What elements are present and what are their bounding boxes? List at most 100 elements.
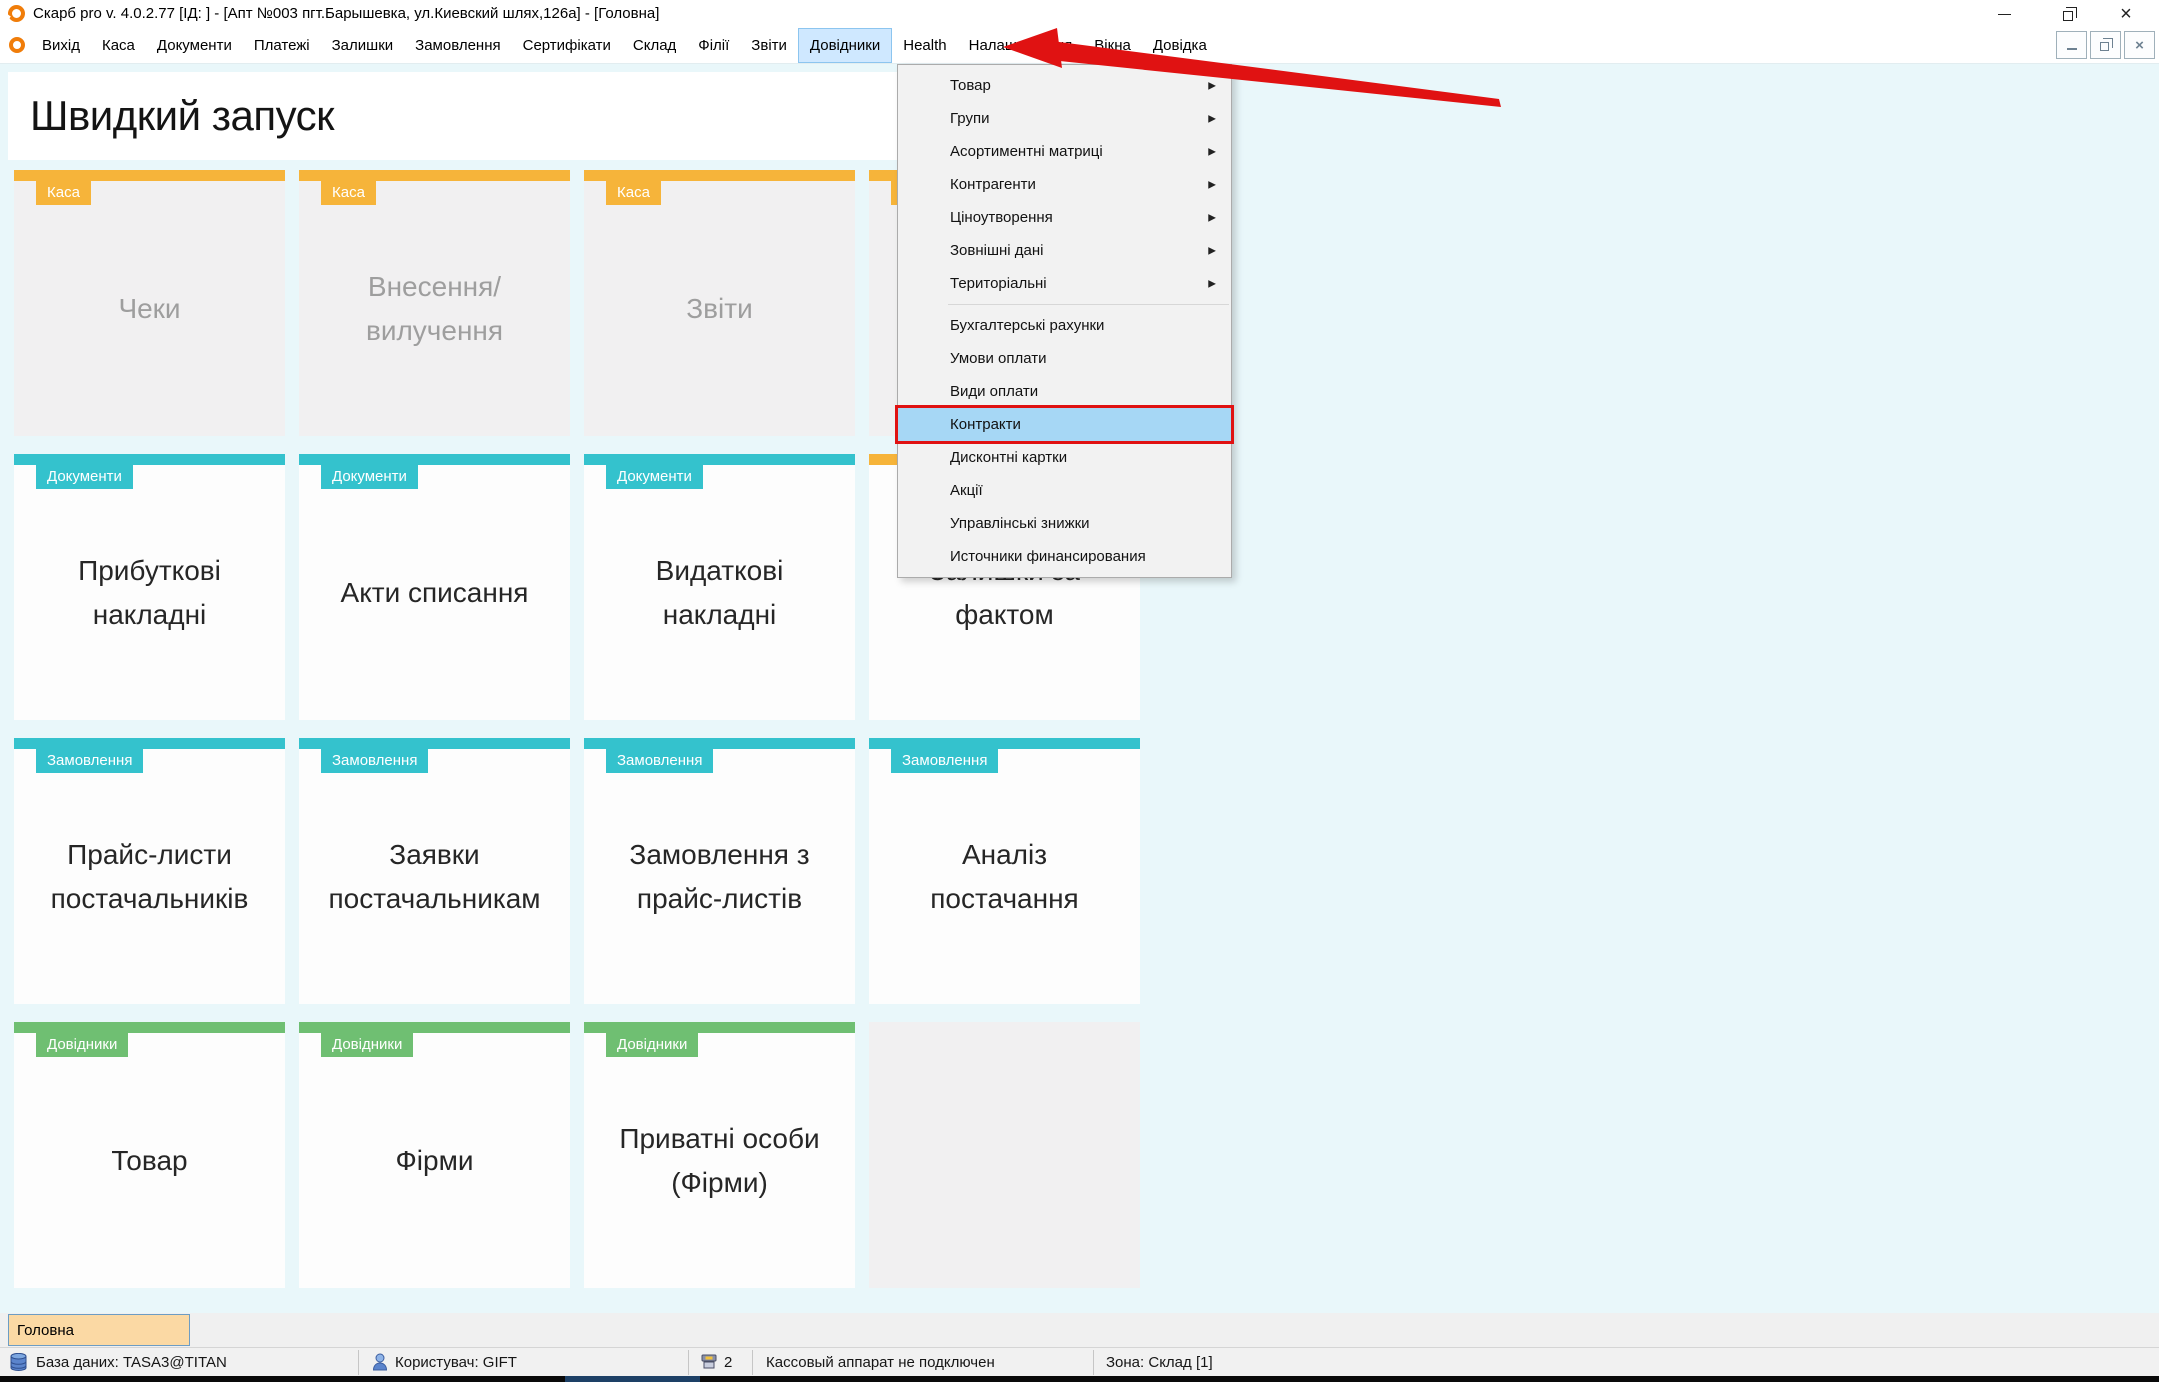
dropdown-item-dyskontni-kartky[interactable]: Дисконтні картки	[898, 441, 1231, 474]
dropdown-item-istochniki-finansirovaniya[interactable]: Источники финансирования	[898, 540, 1231, 573]
menu-item-dokumenty[interactable]: Документи	[146, 28, 243, 63]
taskbar-active-segment	[565, 1376, 700, 1382]
dropdown-item-tovar[interactable]: Товар ▶	[898, 69, 1231, 102]
mdi-close-button[interactable]: ×	[2124, 31, 2155, 59]
tile-category-bar	[869, 738, 1140, 749]
dropdown-item-kontrakty[interactable]: Контракти	[895, 405, 1234, 444]
dovidnyky-dropdown-menu: Товар ▶ Групи ▶ Асортиментні матриці ▶ Конт…	[895, 64, 1234, 578]
menu-item-nalashtuvannya[interactable]: Налаштування	[958, 28, 1084, 63]
tile-category-bar	[584, 1022, 855, 1033]
tile-category-bar	[299, 170, 570, 181]
tile-zamovlennya-z-prays-lystiv[interactable]: Замовлення Замовлення з прайс-листів	[584, 738, 855, 1004]
tile-prays-lysty-postachalnykiv[interactable]: Замовлення Прайс-листи постачальників	[14, 738, 285, 1004]
tile-category-bar	[14, 738, 285, 749]
status-separator	[752, 1350, 753, 1375]
status-cash-message: Кассовый аппарат не подключен	[766, 1354, 995, 1371]
tile-zvity[interactable]: Каса Звіти	[584, 170, 855, 436]
submenu-arrow-icon: ▶	[1208, 179, 1216, 190]
taskbar-edge	[0, 1376, 2159, 1382]
menu-item-dovidnyky[interactable]: Довідники	[797, 28, 893, 63]
tile-category-bar	[14, 454, 285, 465]
tile-cheky[interactable]: Каса Чеки	[14, 170, 285, 436]
dropdown-item-asortymentni-matrytsi[interactable]: Асортиментні матриці ▶	[898, 135, 1231, 168]
minimize-icon	[1997, 13, 2011, 15]
submenu-arrow-icon: ▶	[1208, 146, 1216, 157]
dropdown-item-tsinoutvorennya[interactable]: Ціноутворення ▶	[898, 201, 1231, 234]
status-separator	[688, 1350, 689, 1375]
menu-item-kasa[interactable]: Каса	[91, 28, 146, 63]
submenu-arrow-icon: ▶	[1208, 245, 1216, 256]
menu-item-zamovlennya[interactable]: Замовлення	[404, 28, 511, 63]
status-database: База даних: TASA3@TITAN	[36, 1354, 227, 1371]
title-bar: Скарб pro v. 4.0.2.77 [ІД: ] - [Апт №003…	[0, 0, 2159, 28]
minimize-icon	[2066, 48, 2077, 50]
app-logo-icon	[8, 5, 25, 22]
dropdown-item-hrupy[interactable]: Групи ▶	[898, 102, 1231, 135]
status-cash-count: 2	[724, 1354, 733, 1371]
dropdown-item-aktsii[interactable]: Акції	[898, 474, 1231, 507]
menu-item-vikna[interactable]: Вікна	[1083, 28, 1142, 63]
tile-category-bar	[14, 1022, 285, 1033]
menu-item-zvity[interactable]: Звіти	[740, 28, 798, 63]
bottom-tab-strip: Головна	[0, 1313, 2159, 1347]
tile-category-bar	[299, 1022, 570, 1033]
submenu-arrow-icon: ▶	[1208, 278, 1216, 289]
user-icon	[372, 1353, 388, 1371]
restore-icon	[2100, 38, 2113, 51]
dropdown-item-zovnishni-dani[interactable]: Зовнішні дані ▶	[898, 234, 1231, 267]
tile-akty-spysannya[interactable]: Документи Акти списання	[299, 454, 570, 720]
dropdown-item-vydy-oplaty[interactable]: Види оплати	[898, 375, 1231, 408]
dropdown-item-terytorialni[interactable]: Територіальні ▶	[898, 267, 1231, 300]
status-user: Користувач: GIFT	[395, 1354, 517, 1371]
status-separator	[1093, 1350, 1094, 1375]
app-logo-small-icon	[9, 37, 25, 53]
window-title: Скарб pro v. 4.0.2.77 [ІД: ] - [Апт №003…	[33, 5, 660, 22]
menu-item-health[interactable]: Health	[892, 28, 957, 63]
tile-category-bar	[584, 170, 855, 181]
page-title: Швидкий запуск	[30, 92, 335, 139]
window-close-button[interactable]: ×	[2101, 0, 2151, 28]
tile-prybutkovi-nakladni[interactable]: Документи Прибуткові накладні	[14, 454, 285, 720]
dropdown-item-kontrahenty[interactable]: Контрагенти ▶	[898, 168, 1231, 201]
menu-separator	[948, 304, 1229, 305]
tile-empty	[869, 1022, 1140, 1288]
menu-item-platezhi[interactable]: Платежі	[243, 28, 321, 63]
submenu-arrow-icon: ▶	[1208, 113, 1216, 124]
database-icon	[10, 1353, 27, 1371]
cash-register-icon	[701, 1354, 717, 1369]
menu-item-vyhid[interactable]: Вихід	[31, 28, 91, 63]
mdi-restore-button[interactable]	[2090, 31, 2121, 59]
tile-analiz-postachannya[interactable]: Замовлення Аналіз постачання	[869, 738, 1140, 1004]
menu-item-filii[interactable]: Філії	[687, 28, 740, 63]
restore-icon	[2062, 6, 2077, 21]
tile-firmy[interactable]: Довідники Фірми	[299, 1022, 570, 1288]
tile-pryvatni-osoby[interactable]: Довідники Приватні особи (Фірми)	[584, 1022, 855, 1288]
tile-category-bar	[584, 454, 855, 465]
tile-category-bar	[299, 738, 570, 749]
menu-bar: Вихід Каса Документи Платежі Залишки Зам…	[0, 28, 2159, 64]
dropdown-item-upravlinski-znyzhky[interactable]: Управлінські знижки	[898, 507, 1231, 540]
mdi-window-controls: ×	[2056, 31, 2155, 59]
tile-category-bar	[14, 170, 285, 181]
menu-item-dovidka[interactable]: Довідка	[1142, 28, 1218, 63]
menu-item-sklad[interactable]: Склад	[622, 28, 687, 63]
page-heading-bar: Швидкий запуск	[8, 72, 898, 160]
dropdown-item-bukhhalterski-rakhunky[interactable]: Бухгалтерські рахунки	[898, 309, 1231, 342]
status-zone: Зона: Склад [1]	[1106, 1354, 1213, 1371]
tab-holovna[interactable]: Головна	[8, 1314, 190, 1346]
tile-category-bar	[299, 454, 570, 465]
status-separator	[358, 1350, 359, 1375]
tile-vydatkovi-nakladni[interactable]: Документи Видаткові накладні	[584, 454, 855, 720]
tile-tovar[interactable]: Довідники Товар	[14, 1022, 285, 1288]
dropdown-item-umovy-oplaty[interactable]: Умови оплати	[898, 342, 1231, 375]
window-restore-button[interactable]	[2044, 0, 2094, 28]
tile-vnesennya-vyluchennya[interactable]: Каса Внесення/вилучення	[299, 170, 570, 436]
menu-item-sertyfikaty[interactable]: Сертифікати	[512, 28, 622, 63]
menu-item-zalyshky[interactable]: Залишки	[321, 28, 405, 63]
mdi-minimize-button[interactable]	[2056, 31, 2087, 59]
tile-category-bar	[584, 738, 855, 749]
window-minimize-button[interactable]	[1979, 0, 2029, 28]
status-bar: База даних: TASA3@TITAN Користувач: GIFT…	[0, 1347, 2159, 1376]
submenu-arrow-icon: ▶	[1208, 80, 1216, 91]
tile-zayavky-postachalnykam[interactable]: Замовлення Заявки постачальникам	[299, 738, 570, 1004]
